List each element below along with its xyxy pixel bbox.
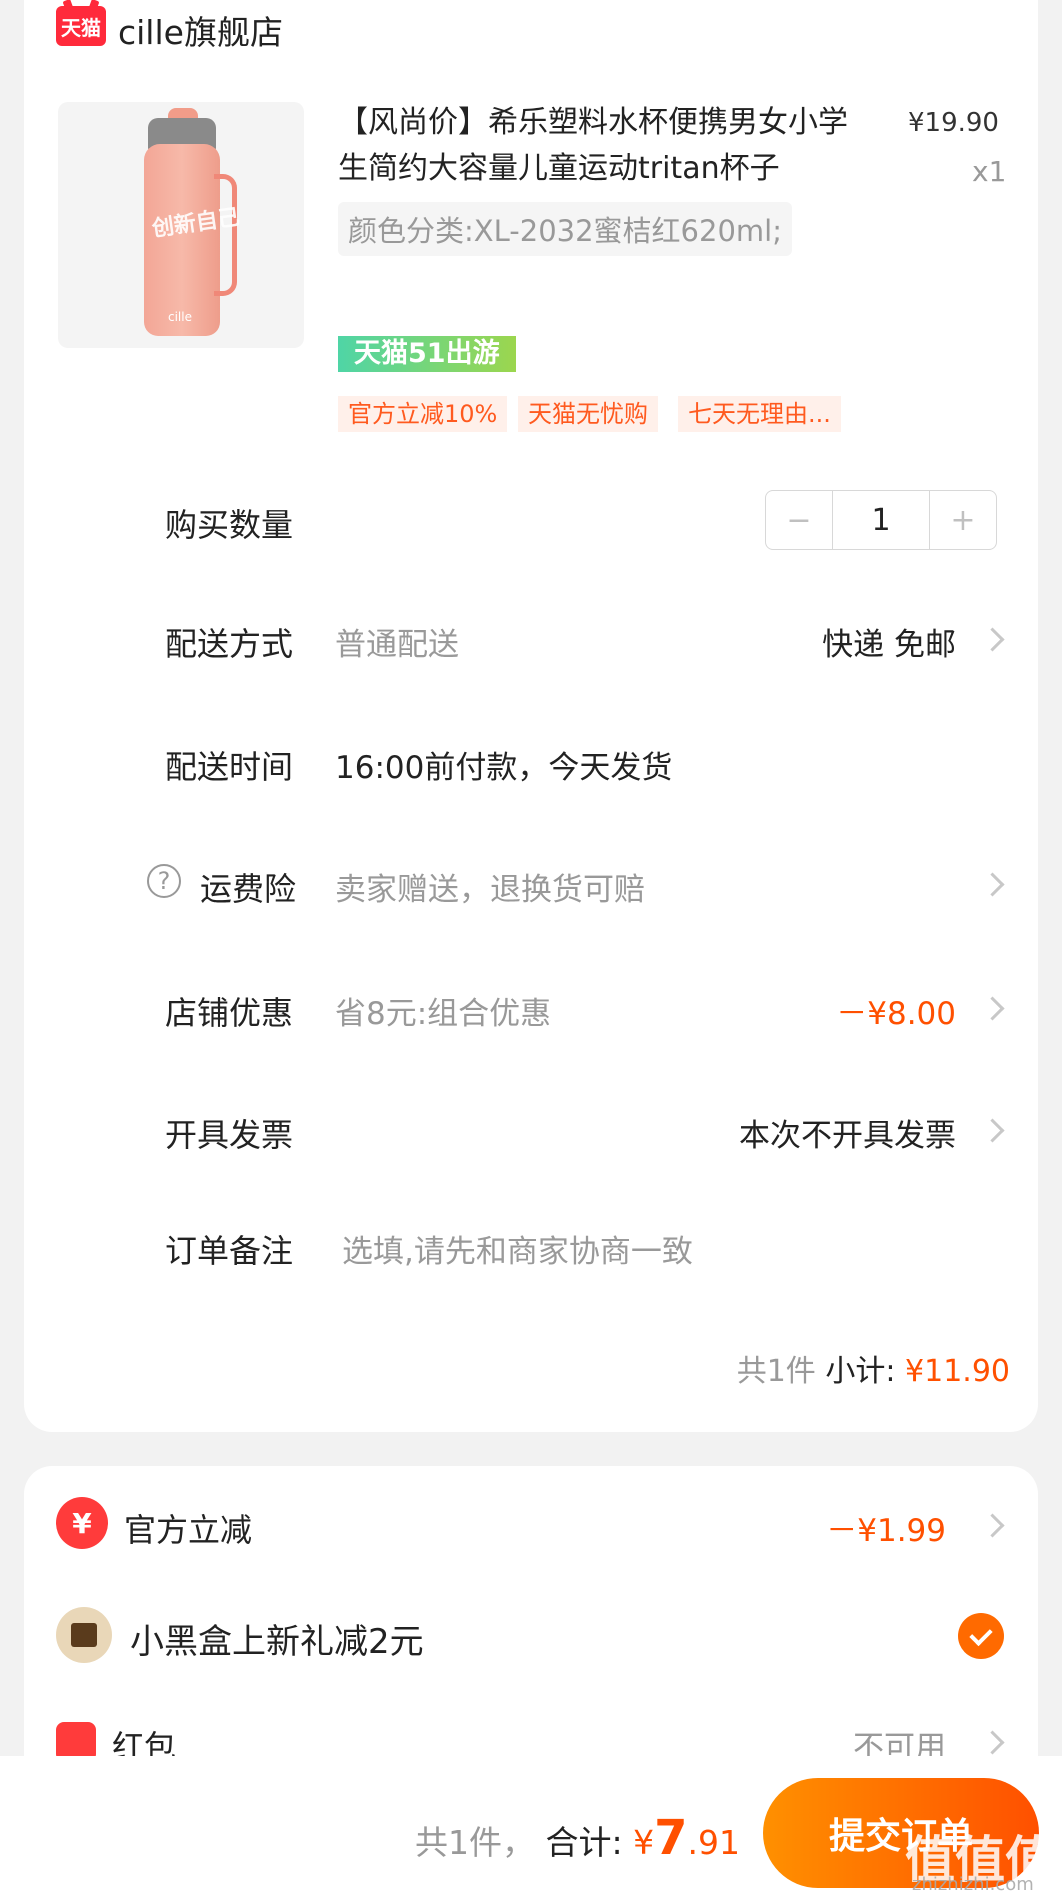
total-summary: 共1件， 合计: ¥7.91 xyxy=(415,1810,740,1866)
shop-discount-value: 省8元:组合优惠 xyxy=(335,996,552,1032)
product-variant[interactable]: 颜色分类:XL-2032蜜桔红620ml; xyxy=(338,202,792,256)
total-amount-int: 7 xyxy=(654,1810,688,1866)
shop-name[interactable]: cille旗舰店 xyxy=(118,6,283,54)
checkbox-checked-icon[interactable] xyxy=(958,1613,1004,1659)
bottle-brand: cille xyxy=(168,310,192,324)
total-count: 共1件， xyxy=(414,1823,535,1862)
quantity-label: 购买数量 xyxy=(165,506,294,544)
minus-button[interactable]: − xyxy=(766,491,832,549)
service-tag: 官方立减10% xyxy=(338,396,508,432)
checkout-bar: 共1件， 合计: ¥7.91 提交订单 xyxy=(0,1756,1062,1903)
quantity-stepper[interactable]: − 1 + xyxy=(765,490,997,550)
product-image[interactable]: 创新自己 cille xyxy=(58,102,304,348)
total-amount-dec: .91 xyxy=(687,1823,740,1862)
promo-badge: 天猫51出游 xyxy=(338,336,516,372)
watermark-url: zhizhizhi.com xyxy=(912,1874,1034,1895)
shop-discount-amount[interactable]: －¥8.00 xyxy=(836,988,956,1033)
official-discount-amount[interactable]: －¥1.99 xyxy=(826,1505,946,1550)
bottle-strap xyxy=(214,174,237,296)
insurance-label: 运费险 xyxy=(200,870,297,908)
product-qty: x1 xyxy=(972,155,1007,188)
note-input[interactable]: 选填,请先和商家协商一致 xyxy=(342,1226,693,1271)
official-discount-label: 官方立减 xyxy=(124,1511,253,1549)
shop-discount-label: 店铺优惠 xyxy=(165,994,294,1032)
note-label: 订单备注 xyxy=(165,1232,294,1270)
help-icon[interactable]: ? xyxy=(147,864,181,898)
subtotal: 共1件 小计: ¥11.90 xyxy=(737,1346,1010,1390)
product-price: ¥19.90 xyxy=(908,108,999,138)
product-title[interactable]: 【风尚价】希乐塑料水杯便携男女小学生简约大容量儿童运动tritan杯子 xyxy=(338,100,858,192)
ship-time-value: 16:00前付款，今天发货 xyxy=(335,750,673,786)
ship-time-label: 配送时间 xyxy=(165,748,294,786)
yuan-coupon-icon: ¥ xyxy=(56,1497,108,1549)
shipping-label: 配送方式 xyxy=(165,625,294,663)
plus-button[interactable]: + xyxy=(930,491,996,549)
total-label: 合计: xyxy=(545,1823,623,1862)
subtotal-label: 小计: xyxy=(825,1354,896,1389)
quantity-value[interactable]: 1 xyxy=(832,491,930,549)
invoice-label: 开具发票 xyxy=(165,1116,294,1154)
blackbox-discount-label: 小黑盒上新礼减2元 xyxy=(130,1622,424,1662)
total-currency: ¥ xyxy=(633,1823,655,1862)
gift-box-icon xyxy=(56,1607,112,1663)
invoice-value[interactable]: 本次不开具发票 xyxy=(739,1110,956,1155)
tmall-logo-icon: 天猫 xyxy=(56,6,106,46)
service-tag: 天猫无忧购 xyxy=(518,396,658,432)
subtotal-amount: ¥11.90 xyxy=(905,1354,1010,1389)
service-tag: 七天无理由... xyxy=(678,396,841,432)
shipping-method[interactable]: 快递 免邮 xyxy=(822,619,956,664)
insurance-value: 卖家赠送，退换货可赔 xyxy=(335,872,645,908)
subtotal-count: 共1件 xyxy=(736,1354,816,1389)
shipping-value: 普通配送 xyxy=(335,627,459,663)
